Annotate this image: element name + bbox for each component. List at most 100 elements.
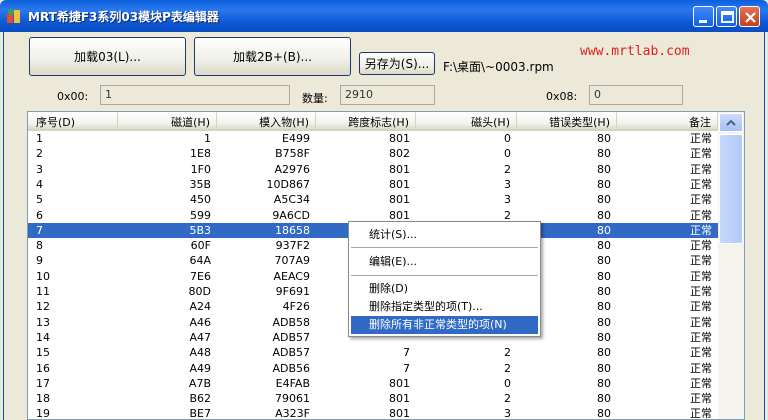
cell-span-flag: 801 — [389, 392, 410, 406]
column-header-track[interactable]: 磁道(H) — [118, 112, 217, 129]
cell-span-flag: 801 — [389, 407, 410, 420]
cell-track: 64A — [189, 254, 211, 268]
close-button[interactable] — [739, 6, 760, 27]
cell-track: 450 — [190, 193, 211, 207]
cell-entry: ADB57 — [272, 330, 310, 344]
load-2b-button[interactable]: 加载2B+(B)... — [194, 37, 351, 76]
cell-note: 正常 — [690, 254, 712, 268]
scroll-up-button[interactable] — [719, 113, 743, 132]
cell-track: A7B — [188, 376, 211, 390]
maximize-icon — [721, 11, 734, 23]
scroll-thumb[interactable] — [719, 134, 743, 244]
x08-field[interactable]: 0 — [589, 85, 683, 105]
cell-note: 正常 — [690, 376, 712, 390]
cell-track: 5B3 — [189, 223, 211, 237]
cell-head: 2 — [504, 162, 511, 176]
menu-separator — [351, 247, 538, 248]
cell-entry: ADB58 — [272, 315, 310, 329]
cell-index: 13 — [36, 315, 50, 329]
cell-note: 正常 — [690, 346, 712, 360]
cell-note: 正常 — [690, 193, 712, 207]
cell-track: 599 — [190, 208, 211, 222]
cell-track: 1F0 — [190, 162, 211, 176]
cell-head: 0 — [504, 147, 511, 161]
cell-index: 8 — [36, 239, 43, 253]
column-header-entry[interactable]: 模入物(H) — [217, 112, 316, 129]
table-row[interactable]: 3 1F0 A2976 801 2 80 正常 — [28, 162, 718, 177]
cell-track: A46 — [189, 315, 211, 329]
cell-entry: 18658 — [275, 223, 310, 237]
cell-span-flag: 801 — [389, 193, 410, 207]
cell-head: 0 — [504, 132, 511, 145]
cell-note: 正常 — [690, 300, 712, 314]
menu-item-statistics[interactable]: 统计(S)... — [351, 226, 538, 244]
cell-index: 6 — [36, 208, 43, 222]
column-header-head[interactable]: 磁头(H) — [416, 112, 517, 129]
load-03-button[interactable]: 加载03(L)... — [29, 37, 186, 76]
x08-label: 0x08: — [546, 90, 578, 103]
cell-index: 9 — [36, 254, 43, 268]
cell-index: 12 — [36, 300, 50, 314]
cell-entry: ADB56 — [272, 361, 310, 375]
minimize-button[interactable] — [693, 6, 714, 27]
column-header-note[interactable]: 备注 — [617, 112, 718, 129]
column-header-index[interactable]: 序号(D) — [28, 112, 118, 129]
chevron-up-icon — [726, 119, 736, 126]
table-row[interactable]: 15 A48 ADB57 7 2 80 正常 — [28, 345, 718, 360]
cell-note: 正常 — [690, 162, 712, 176]
cell-entry: A5C34 — [273, 193, 310, 207]
cell-track: 80D — [188, 285, 211, 298]
cell-note: 正常 — [690, 208, 712, 222]
cell-head: 3 — [504, 177, 511, 191]
cell-error-type: 80 — [597, 132, 611, 145]
cell-entry: 9F691 — [275, 285, 310, 298]
table-row[interactable]: 4 35B 10D867 801 3 80 正常 — [28, 177, 718, 192]
cell-track: BE7 — [189, 407, 212, 420]
app-icon — [7, 9, 20, 23]
list-header: 序号(D) 磁道(H) 模入物(H) 跨度标志(H) 磁头(H) 错误类型(H)… — [28, 112, 718, 131]
table-row[interactable]: 5 450 A5C34 801 3 80 正常 — [28, 192, 718, 207]
table-row[interactable]: 19 BE7 A323F 801 3 80 正常 — [28, 406, 718, 420]
cell-track: 1 — [204, 132, 211, 145]
cell-entry: 707A9 — [274, 254, 310, 268]
column-header-span-flag[interactable]: 跨度标志(H) — [316, 112, 416, 129]
maximize-button[interactable] — [716, 6, 737, 27]
cell-entry: 79061 — [275, 392, 310, 406]
cell-entry: AEAC9 — [273, 269, 311, 283]
cell-note: 正常 — [690, 407, 712, 420]
menu-separator — [351, 275, 538, 276]
cell-index: 3 — [36, 162, 43, 176]
cell-note: 正常 — [690, 285, 712, 298]
count-field[interactable]: 2910 — [340, 85, 435, 105]
table-row[interactable]: 16 A49 ADB56 7 2 80 正常 — [28, 361, 718, 376]
cell-track: 60F — [190, 239, 211, 253]
save-as-button[interactable]: 另存为(S)... — [359, 52, 435, 75]
cell-entry: A323F — [275, 407, 310, 420]
cell-entry: E4FAB — [275, 376, 310, 390]
site-url[interactable]: www.mrtlab.com — [580, 44, 690, 59]
cell-track: A48 — [189, 346, 211, 360]
cell-head: 0 — [504, 376, 511, 390]
menu-item-delete-abnormal[interactable]: 删除所有非正常类型的项(N) — [351, 316, 538, 334]
table-row[interactable]: 2 1E8 B758F 802 0 80 正常 — [28, 146, 718, 161]
cell-note: 正常 — [690, 315, 712, 329]
column-header-error-type[interactable]: 错误类型(H) — [517, 112, 617, 129]
cell-index: 10 — [36, 269, 50, 283]
cell-note: 正常 — [690, 361, 712, 375]
table-row[interactable]: 18 B62 79061 801 2 80 正常 — [28, 391, 718, 406]
menu-item-delete-type[interactable]: 删除指定类型的项(T)... — [351, 298, 538, 316]
table-row[interactable]: 17 A7B E4FAB 801 0 80 正常 — [28, 376, 718, 391]
cell-error-type: 80 — [597, 177, 611, 191]
cell-entry: B758F — [275, 147, 310, 161]
vertical-scrollbar[interactable] — [718, 112, 744, 419]
x00-field[interactable]: 1 — [100, 85, 290, 105]
cell-span-flag: 801 — [389, 376, 410, 390]
menu-item-edit[interactable]: 编辑(E)... — [351, 253, 538, 271]
cell-span-flag: 801 — [389, 162, 410, 176]
close-icon — [745, 12, 756, 23]
table-row[interactable]: 1 1 E499 801 0 80 正常 — [28, 131, 718, 146]
cell-track: 1E8 — [190, 147, 211, 161]
menu-item-delete[interactable]: 删除(D) — [351, 280, 538, 298]
cell-note: 正常 — [690, 269, 712, 283]
cell-error-type: 80 — [597, 392, 611, 406]
